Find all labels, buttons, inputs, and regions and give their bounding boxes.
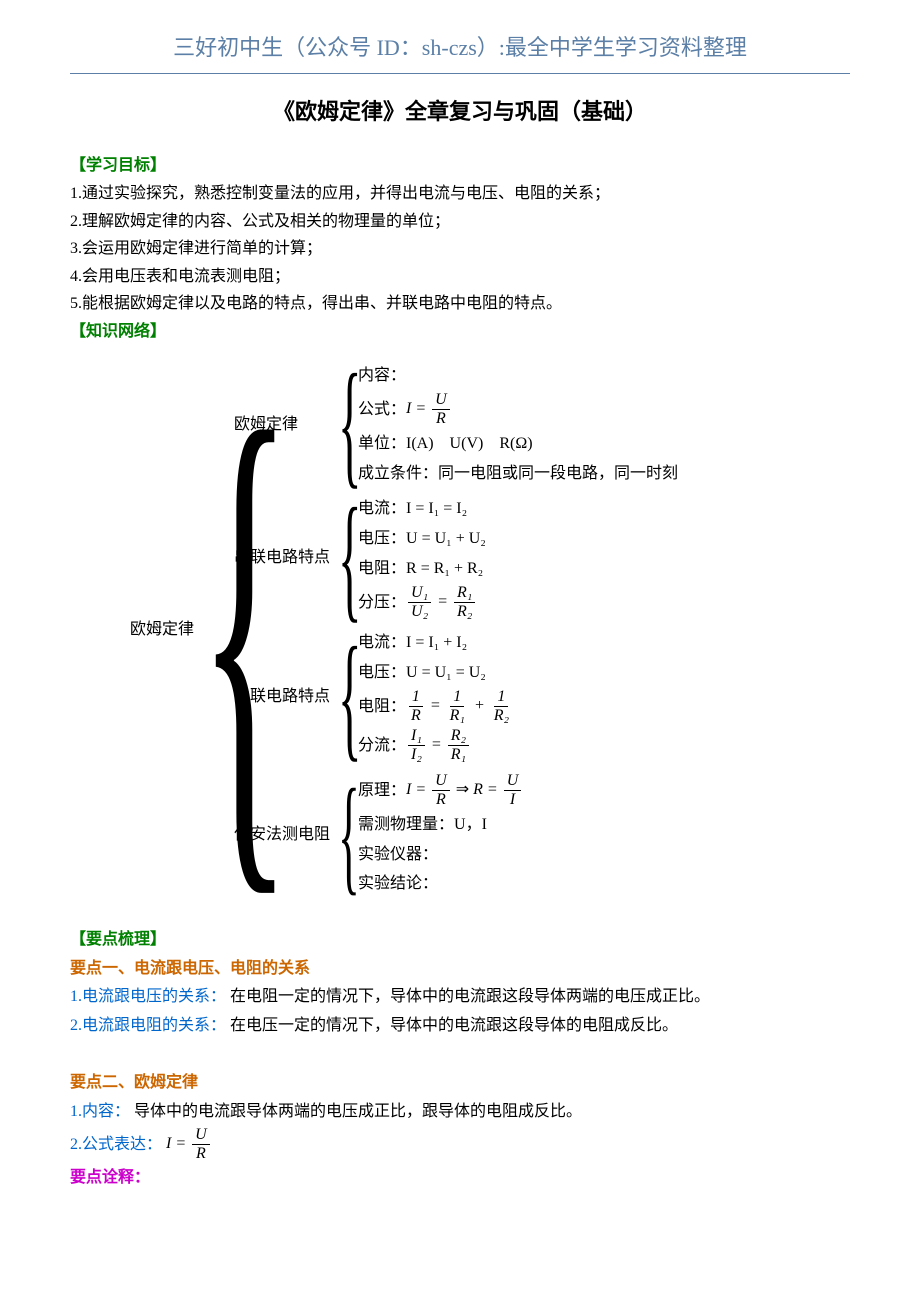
key-points: 【要点梳理】 要点一、电流跟电压、电阻的关系 1.电流跟电压的关系： 在电阻一定…	[70, 927, 850, 1191]
formula: I = UR ⇒ R = UI	[406, 773, 523, 808]
tree-item: 需测物理量：U，I	[358, 812, 523, 838]
brace-icon: {	[338, 783, 345, 887]
tree-item: 电压：U = U₁ + U₂	[358, 526, 486, 552]
page: 三好初中生（公众号 ID：sh-czs）:最全中学生学习资料整理 《欧姆定律》全…	[0, 0, 920, 1234]
document-title: 《欧姆定律》全章复习与巩固（基础）	[70, 94, 850, 129]
tree-item: 电压：U = U₁ = U₂	[358, 660, 514, 686]
tree-item: 分压： U₁U₂ = R₁R₂	[358, 585, 486, 620]
item-prefix: 原理：	[358, 778, 406, 804]
brace-icon: {	[338, 368, 345, 480]
goal-item: 1.通过实验探究，熟悉控制变量法的应用，并得出电流与电压、电阻的关系；	[70, 181, 850, 207]
brace-icon: {	[198, 392, 209, 868]
point2-1-label: 1.内容：	[70, 1103, 130, 1120]
tree-branch-series: 串联电路特点 { 电流：I = I₁ = I₂ 电压：U = U₁ + U₂ 电…	[234, 496, 678, 620]
tree-item: 分流： I₁I₂ = R₂R₁	[358, 728, 514, 763]
formula: I₁I₂ = R₂R₁	[406, 728, 471, 763]
tree-branch-parallel: 并联电路特点 { 电流：I = I₁ + I₂ 电压：U = U₁ = U₂ 电…	[234, 630, 678, 763]
tree-item: 电流：I = I₁ + I₂	[358, 630, 514, 656]
item-prefix: 电阻：	[358, 694, 406, 720]
tree-item: 单位：I(A) U(V) R(Ω)	[358, 431, 678, 457]
brace-icon: {	[338, 641, 345, 753]
tree-item: 成立条件：同一电阻或同一段电路，同一时刻	[358, 461, 678, 487]
point2-1-text: 导体中的电流跟导体两端的电压成正比，跟导体的电阻成反比。	[134, 1103, 582, 1120]
tree-item: 实验仪器：	[358, 842, 523, 868]
point-note-label: 要点诠释：	[70, 1169, 150, 1186]
formula: I = UR	[406, 392, 452, 427]
tree-branch-voltammetry: 伏安法测电阻 { 原理： I = UR ⇒ R = UI	[234, 773, 678, 897]
formula: U₁U₂ = R₁R₂	[406, 585, 477, 620]
point2-2-label: 2.公式表达：	[70, 1132, 162, 1158]
formula: 1R = 1R₁ + 1R₂	[406, 689, 514, 724]
item-prefix: 分流：	[358, 733, 406, 759]
item-prefix: 公式：	[358, 397, 406, 423]
point1-2-text: 在电压一定的情况下，导体中的电流跟这段导体的电阻成反比。	[230, 1017, 678, 1034]
goal-item: 2.理解欧姆定律的内容、公式及相关的物理量的单位；	[70, 209, 850, 235]
tree-item: 原理： I = UR ⇒ R = UI	[358, 773, 523, 808]
page-header: 三好初中生（公众号 ID：sh-czs）:最全中学生学习资料整理	[70, 30, 850, 74]
goal-item: 5.能根据欧姆定律以及电路的特点，得出串、并联电路中电阻的特点。	[70, 291, 850, 317]
point1-1-label: 1.电流跟电压的关系：	[70, 988, 226, 1005]
tree-item: 电阻： 1R = 1R₁ + 1R₂	[358, 689, 514, 724]
tree-item: 实验结论：	[358, 871, 523, 897]
tree-item: 内容：	[358, 363, 678, 389]
point2-title: 要点二、欧姆定律	[70, 1074, 198, 1091]
tree-item: 公式： I = UR	[358, 392, 678, 427]
point1-title: 要点一、电流跟电压、电阻的关系	[70, 960, 310, 977]
points-label: 【要点梳理】	[70, 931, 166, 948]
goals-label: 【学习目标】	[70, 157, 166, 174]
knowledge-tree: 欧姆定律 { 欧姆定律 { 内容： 公式： I = UR	[130, 363, 850, 898]
network-label: 【知识网络】	[70, 323, 166, 340]
goal-item: 4.会用电压表和电流表测电阻；	[70, 264, 850, 290]
point1-2-label: 2.电流跟电阻的关系：	[70, 1017, 226, 1034]
tree-item: 电阻：R = R₁ + R₂	[358, 556, 486, 582]
tree-root-label: 欧姆定律	[130, 617, 194, 643]
goal-item: 3.会运用欧姆定律进行简单的计算；	[70, 236, 850, 262]
formula: I = UR	[162, 1127, 212, 1162]
point1-1-text: 在电阻一定的情况下，导体中的电流跟这段导体两端的电压成正比。	[230, 988, 710, 1005]
brace-icon: {	[338, 502, 345, 614]
item-prefix: 分压：	[358, 590, 406, 616]
tree-branch-ohm: 欧姆定律 { 内容： 公式： I = UR 单位：I(A) U(V) R(Ω) …	[234, 363, 678, 487]
tree-item: 电流：I = I₁ = I₂	[358, 496, 486, 522]
